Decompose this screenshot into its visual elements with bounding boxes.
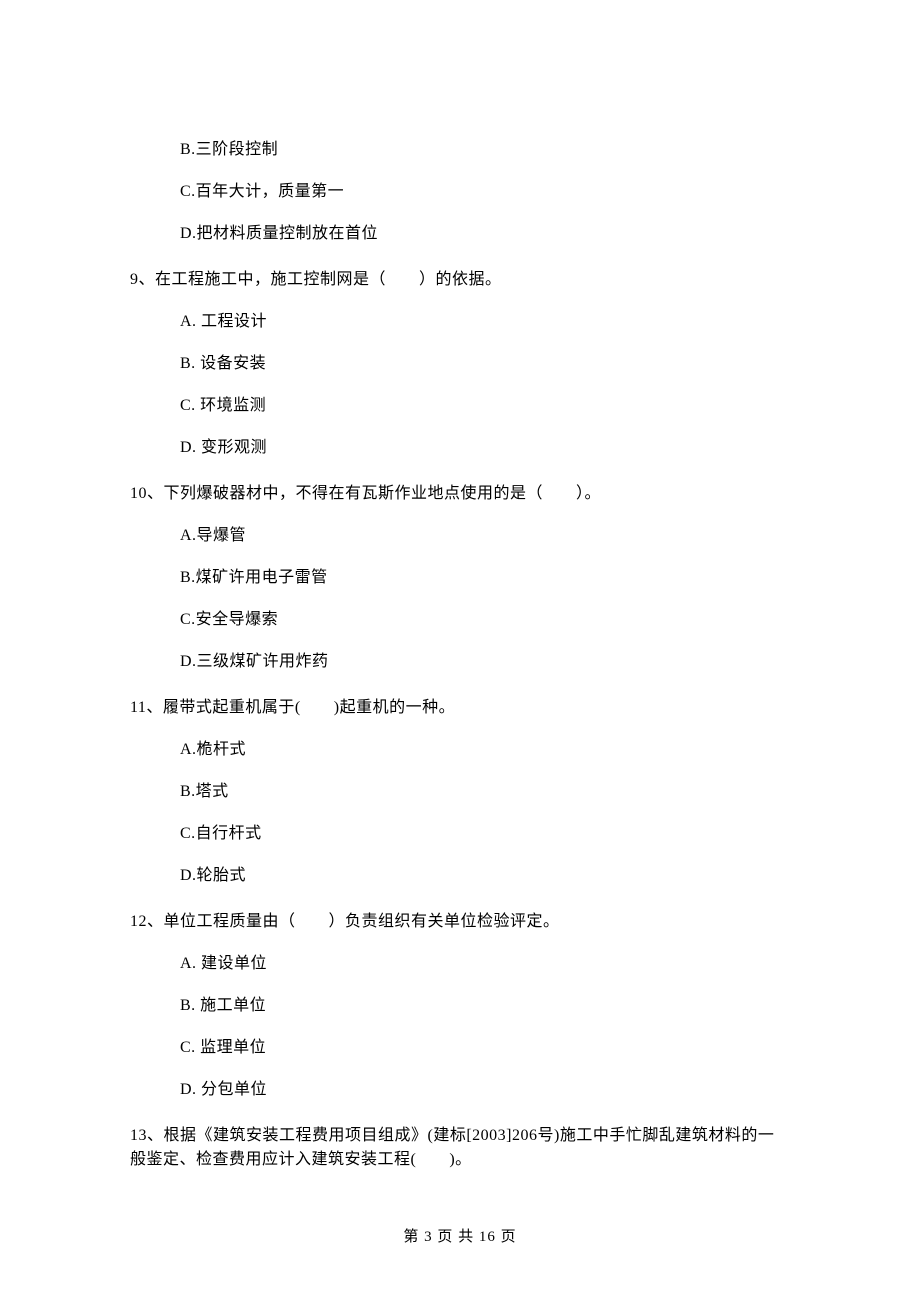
option-text: A. 建设单位 xyxy=(180,952,790,976)
question-stem: 13、根据《建筑安装工程费用项目组成》(建标[2003]206号)施工中手忙脚乱… xyxy=(130,1124,790,1172)
option-text: C. 环境监测 xyxy=(180,394,790,418)
option-text: A.桅杆式 xyxy=(180,738,790,762)
option-text: A.导爆管 xyxy=(180,524,790,548)
option-text: B.塔式 xyxy=(180,780,790,804)
option-text: D. 变形观测 xyxy=(180,436,790,460)
option-text: D.轮胎式 xyxy=(180,864,790,888)
question-stem: 10、下列爆破器材中，不得在有瓦斯作业地点使用的是（ ）。 xyxy=(130,482,790,506)
option-text: C. 监理单位 xyxy=(180,1036,790,1060)
option-text: B. 施工单位 xyxy=(180,994,790,1018)
option-text: B. 设备安装 xyxy=(180,352,790,376)
question-stem: 12、单位工程质量由（ ）负责组织有关单位检验评定。 xyxy=(130,910,790,934)
option-text: C.安全导爆索 xyxy=(180,608,790,632)
option-text: B.煤矿许用电子雷管 xyxy=(180,566,790,590)
question-stem: 11、履带式起重机属于( )起重机的一种。 xyxy=(130,696,790,720)
option-text: D.三级煤矿许用炸药 xyxy=(180,650,790,674)
option-text: A. 工程设计 xyxy=(180,310,790,334)
option-text: C.自行杆式 xyxy=(180,822,790,846)
option-text: B.三阶段控制 xyxy=(180,138,790,162)
question-stem: 9、在工程施工中，施工控制网是（ ）的依据。 xyxy=(130,268,790,292)
option-text: D. 分包单位 xyxy=(180,1078,790,1102)
page-footer: 第 3 页 共 16 页 xyxy=(0,1226,920,1249)
option-text: C.百年大计，质量第一 xyxy=(180,180,790,204)
option-text: D.把材料质量控制放在首位 xyxy=(180,222,790,246)
page-content: B.三阶段控制 C.百年大计，质量第一 D.把材料质量控制放在首位 9、在工程施… xyxy=(0,0,920,1246)
